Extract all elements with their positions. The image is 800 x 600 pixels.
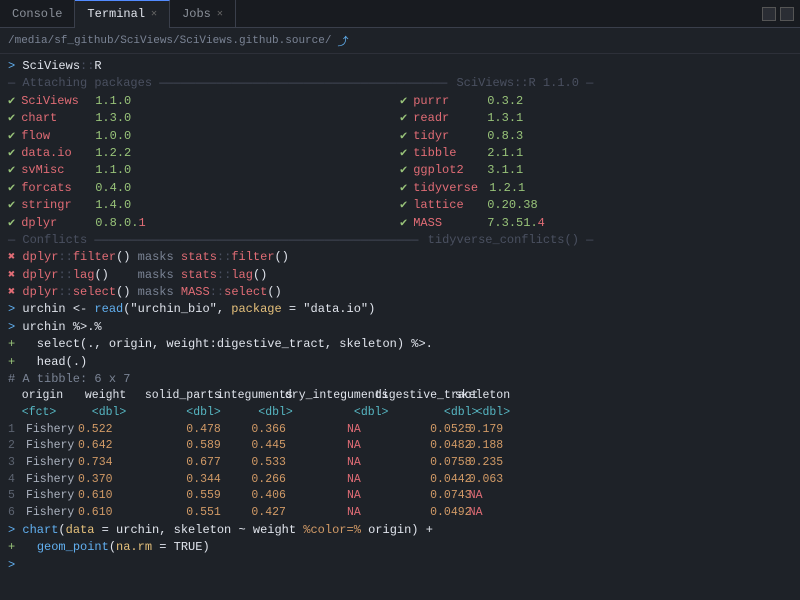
pkg-row-1: ✔SciViews1.1.0 ✔purrr 0.3.2	[8, 93, 792, 110]
conflict-2: ✖ dplyr::lag() masks stats::lag()	[8, 267, 792, 284]
tibble-row-2: 2 Fishery 0.642 0.589 0.445 NA 0.0482 0.…	[8, 438, 792, 455]
pkg-readr: ✔readr 1.3.1	[400, 110, 792, 127]
pkg-dplyr: ✔dplyr 0.8.0.1	[8, 215, 400, 232]
cmd-select: + select(., origin, weight:digestive_tra…	[8, 336, 792, 353]
pkg-ggplot2: ✔ggplot23.1.1	[400, 162, 792, 179]
pkg-row-2: ✔chart 1.3.0 ✔readr 1.3.1	[8, 110, 792, 127]
pkg-stringr: ✔stringr1.4.0	[8, 197, 400, 214]
tibble-row-6: 6 Fishery 0.610 0.551 0.427 NA 0.0492 NA	[8, 505, 792, 522]
tab-terminal-label: Terminal	[87, 7, 145, 21]
pkg-svmisc: ✔svMisc 1.1.0	[8, 162, 400, 179]
tibble-table: origin weight solid_parts integuments dr…	[8, 388, 792, 521]
conflict-3: ✖ dplyr::select() masks MASS::select()	[8, 284, 792, 301]
path-link-icon: ⤴	[337, 33, 348, 49]
cmd-urchin-pipe: > urchin %>.%	[8, 319, 792, 336]
command-sciviews: > SciViews::R	[8, 58, 792, 75]
pkg-tidyr: ✔tidyr 0.8.3	[400, 128, 792, 145]
cmd-chart: > chart(data = urchin, skeleton ~ weight…	[8, 522, 792, 539]
tab-terminal-close[interactable]: ✕	[151, 8, 157, 20]
pkg-row-3: ✔flow 1.0.0 ✔tidyr 0.8.3	[8, 128, 792, 145]
tab-console[interactable]: Console	[0, 0, 75, 28]
pkg-row-6: ✔forcats0.4.0 ✔tidyverse1.2.1	[8, 180, 792, 197]
pkg-row-7: ✔stringr1.4.0 ✔lattice0.20.38	[8, 197, 792, 214]
path-text: /media/sf_github/SciViews/SciViews.githu…	[8, 35, 331, 47]
conflicts-section: — Conflicts ————————————————————————————…	[8, 232, 792, 249]
maximize-button[interactable]	[780, 7, 794, 21]
tab-jobs[interactable]: Jobs ✕	[170, 0, 236, 28]
pkg-chart: ✔chart 1.3.0	[8, 110, 400, 127]
tibble-row-1: 1 Fishery 0.522 0.478 0.366 NA 0.0525 0.…	[8, 422, 792, 439]
window-controls	[762, 7, 800, 21]
path-bar: /media/sf_github/SciViews/SciViews.githu…	[0, 28, 800, 54]
tab-bar: Console Terminal ✕ Jobs ✕	[0, 0, 800, 28]
tab-console-label: Console	[12, 7, 62, 21]
cmd-head: + head(.)	[8, 354, 792, 371]
tibble-row-3: 3 Fishery 0.734 0.677 0.533 NA 0.0758 0.…	[8, 455, 792, 472]
tab-jobs-close[interactable]: ✕	[217, 8, 223, 20]
pkg-row-8: ✔dplyr 0.8.0.1 ✔MASS 7.3.51.4	[8, 215, 792, 232]
pkg-mass: ✔MASS 7.3.51.4	[400, 215, 792, 232]
tibble-row-5: 5 Fishery 0.610 0.559 0.406 NA 0.0743 NA	[8, 488, 792, 505]
tab-terminal[interactable]: Terminal ✕	[75, 0, 170, 28]
pkg-row-4: ✔data.io1.2.2 ✔tibble 2.1.1	[8, 145, 792, 162]
tibble-row-4: 4 Fishery 0.370 0.344 0.266 NA 0.0442 0.…	[8, 472, 792, 489]
cmd-urchin-read: > urchin <- read("urchin_bio", package =…	[8, 301, 792, 318]
conflict-1: ✖ dplyr::filter() masks stats::filter()	[8, 249, 792, 266]
pkg-sciviews: ✔SciViews1.1.0	[8, 93, 400, 110]
tibble-comment: # A tibble: 6 x 7	[8, 371, 792, 388]
cmd-geom-point: + geom_point(na.rm = TRUE)	[8, 539, 792, 556]
pkg-purrr: ✔purrr 0.3.2	[400, 93, 792, 110]
pkg-row-5: ✔svMisc 1.1.0 ✔ggplot23.1.1	[8, 162, 792, 179]
terminal-content[interactable]: > SciViews::R — Attaching packages —————…	[0, 54, 800, 600]
pkg-flow: ✔flow 1.0.0	[8, 128, 400, 145]
pkg-tibble: ✔tibble 2.1.1	[400, 145, 792, 162]
cmd-empty-prompt: >	[8, 557, 792, 574]
pkg-forcats: ✔forcats0.4.0	[8, 180, 400, 197]
tab-jobs-label: Jobs	[182, 7, 211, 21]
attaching-packages-section: — Attaching packages ———————————————————…	[8, 75, 792, 92]
minimize-button[interactable]	[762, 7, 776, 21]
pkg-tidyverse: ✔tidyverse1.2.1	[400, 180, 792, 197]
pkg-lattice: ✔lattice0.20.38	[400, 197, 792, 214]
pkg-dataio: ✔data.io1.2.2	[8, 145, 400, 162]
